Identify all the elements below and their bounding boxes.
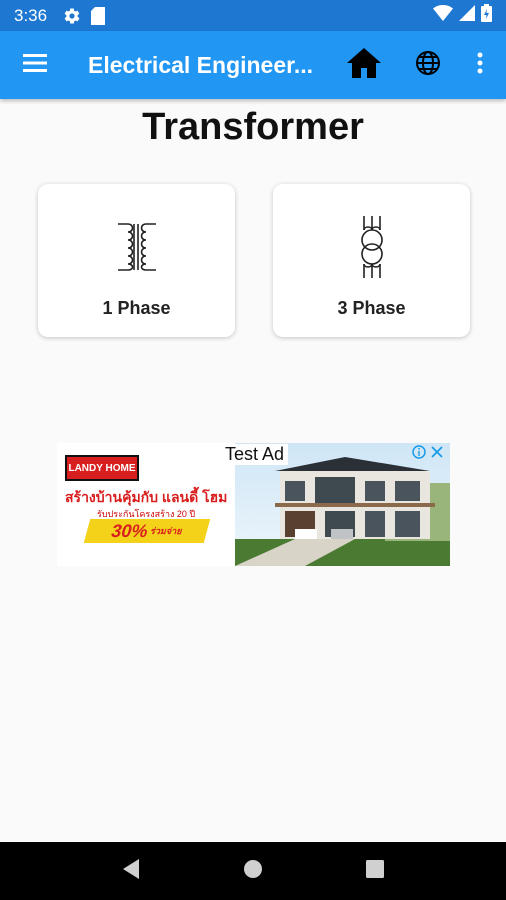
sd-card-icon <box>91 6 106 25</box>
home-icon <box>346 47 382 84</box>
ad-close-icon[interactable] <box>430 445 444 464</box>
ad-promo-value: 30% <box>109 520 151 541</box>
status-bar: 3:36 <box>0 0 506 31</box>
single-phase-label: 1 Phase <box>102 298 171 318</box>
globe-icon <box>415 50 441 81</box>
recents-button[interactable] <box>355 851 395 891</box>
ad-promo: 30% ร่วมจ่าย <box>83 519 211 543</box>
language-button[interactable] <box>405 45 451 85</box>
menu-icon <box>23 53 47 78</box>
more-options-button[interactable] <box>462 45 498 85</box>
three-phase-transformer-icon <box>352 216 392 278</box>
home-circle-icon <box>242 858 264 885</box>
battery-icon <box>481 4 492 27</box>
back-button[interactable] <box>111 851 151 891</box>
recents-icon <box>365 859 385 884</box>
three-phase-card[interactable]: 3 Phase <box>273 184 470 337</box>
ad-banner[interactable]: LANDY HOME สร้างบ้านคุ้มกับ แลนดี้ โฮม ร… <box>57 443 450 566</box>
home-button[interactable] <box>340 45 388 85</box>
home-nav-button[interactable] <box>233 851 273 891</box>
single-phase-card[interactable]: 1 Phase <box>38 184 235 337</box>
back-icon <box>121 858 141 885</box>
ad-choices[interactable] <box>412 445 444 464</box>
wifi-icon <box>433 5 453 26</box>
menu-button[interactable] <box>0 31 70 99</box>
three-phase-label: 3 Phase <box>337 298 406 318</box>
signal-icon <box>459 5 475 26</box>
ad-headline: สร้างบ้านคุ้มกับ แลนดี้ โฮม <box>65 489 228 505</box>
more-vert-icon <box>477 52 483 79</box>
ad-promo-suffix: ร่วมจ่าย <box>149 526 184 536</box>
app-title: Electrical Engineer... <box>88 51 313 78</box>
single-phase-transformer-icon <box>112 218 162 276</box>
ad-info-icon <box>412 445 426 464</box>
settings-icon <box>63 7 81 25</box>
ad-logo: LANDY HOME <box>65 455 139 481</box>
test-ad-label: Test Ad <box>221 444 289 465</box>
status-time: 3:36 <box>14 5 48 25</box>
app-bar: Electrical Engineer... <box>0 31 506 99</box>
system-nav-bar <box>0 842 506 900</box>
page-title: Transformer <box>142 106 364 148</box>
